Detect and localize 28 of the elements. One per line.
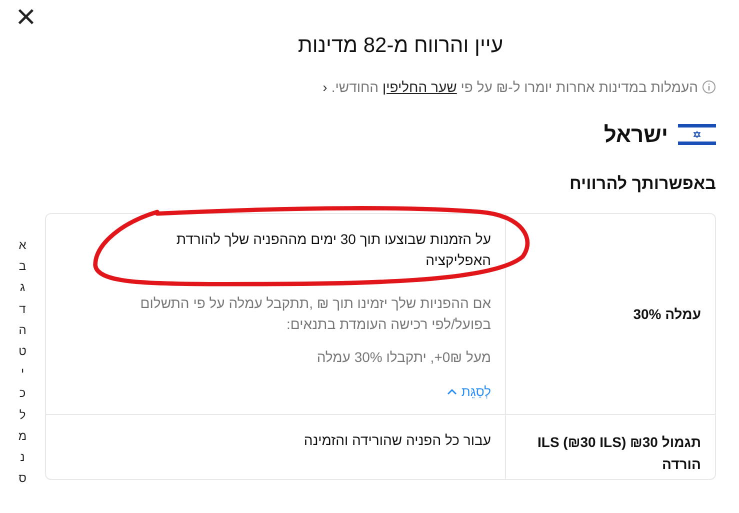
info-icon	[702, 80, 716, 94]
index-letter[interactable]: כ	[19, 383, 26, 405]
chevron-icon: ‹	[322, 79, 328, 95]
index-letter[interactable]: ס	[18, 468, 26, 490]
index-letter[interactable]: א	[18, 235, 26, 256]
index-letter[interactable]: נ	[20, 447, 25, 468]
index-letter[interactable]: ד	[19, 298, 26, 320]
index-letter[interactable]: י	[20, 362, 24, 384]
flag-icon	[678, 121, 716, 148]
close-button[interactable]: ×	[14, 4, 38, 30]
detail-text: אם ההפניות שלך יזמינו תוך ₪ ,תתקבל עמלה על פי התשלום בפועל/לפי רכישה העומדת בתנאים:	[139, 294, 491, 334]
index-letter[interactable]: ג	[20, 277, 26, 299]
chevron-up-icon	[447, 388, 458, 395]
index-letter[interactable]: ט	[18, 341, 26, 362]
section-title: באפשרותך להרוויח	[568, 174, 716, 194]
index-letter[interactable]: ב	[18, 256, 26, 278]
page-title: עיין והרווח מ-82 מדינות	[296, 34, 504, 58]
country-name: ישראל	[604, 122, 668, 148]
detail-text: מעל 0₪+, יתקבלו 30% עמלה	[316, 348, 491, 367]
reward-condition: על הזמנות שבוצעו תוך 30 ימים מההפניה שלך להורדת האפליקציה	[175, 230, 491, 270]
reward-label: תגמול ₪30 ILS (₪30 ILS) הורדה	[536, 433, 701, 474]
index-letter[interactable]: ה	[18, 320, 26, 342]
index-letter[interactable]: ל	[19, 404, 26, 426]
index-letter[interactable]: מ	[18, 426, 27, 448]
reward-condition: עבור כל הפניה שהורידה והזמינה	[302, 431, 491, 450]
exchange-rate-link[interactable]: שער החליפין	[382, 79, 457, 95]
reward-label: עמלה 30%	[633, 305, 701, 324]
info-text: העמלות במדינות אחרות יומרו ל-₪ על פי שער החליפין החודשי.	[331, 79, 698, 95]
